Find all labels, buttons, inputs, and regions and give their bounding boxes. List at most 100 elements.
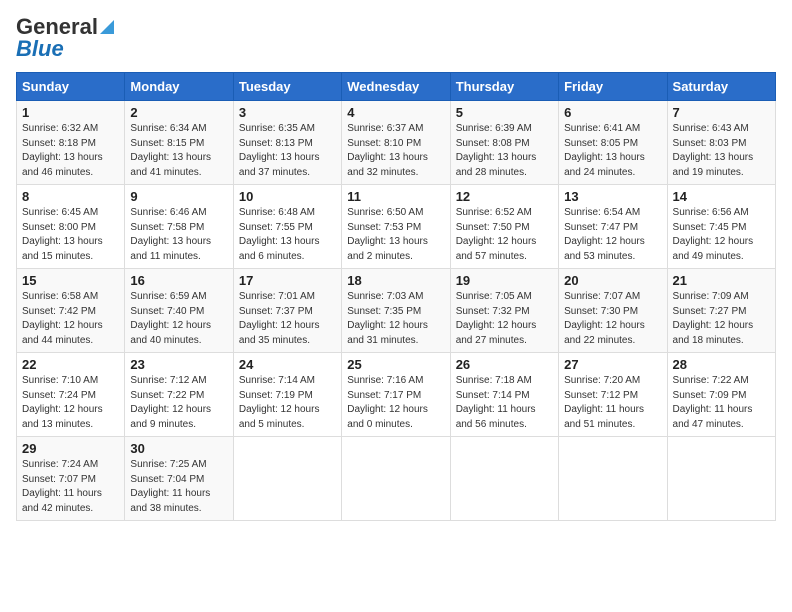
week-row-2: 8Sunrise: 6:45 AMSunset: 8:00 PMDaylight… (17, 185, 776, 269)
day-detail: Sunrise: 6:48 AMSunset: 7:55 PMDaylight:… (239, 206, 336, 264)
calendar-cell-w1-d7: 7 Sunrise: 6:43 AMSunset: 8:03 PMDaylight… (667, 101, 775, 185)
day-detail: Sunrise: 7:05 AMSunset: 7:32 PMDaylight:… (456, 290, 553, 348)
day-detail: Sunrise: 6:58 AMSunset: 7:42 PMDaylight:… (22, 290, 119, 348)
day-number: 6 (564, 105, 661, 120)
day-number: 10 (239, 189, 336, 204)
calendar-cell-w2-d1: 8Sunrise: 6:45 AMSunset: 8:00 PMDaylight… (17, 185, 125, 269)
day-detail: Sunrise: 6:35 AMSunset: 8:13 PMDaylight:… (239, 122, 336, 180)
day-detail: Sunrise: 7:01 AMSunset: 7:37 PMDaylight:… (239, 290, 336, 348)
day-number: 20 (564, 273, 661, 288)
day-detail: Sunrise: 6:43 AMSunset: 8:03 PMDaylight:… (673, 122, 770, 180)
calendar-cell-w3-d3: 17 Sunrise: 7:01 AMSunset: 7:37 PMDayligh… (233, 269, 341, 353)
day-detail: Sunrise: 6:56 AMSunset: 7:45 PMDaylight:… (673, 206, 770, 264)
calendar-cell-w5-d3 (233, 437, 341, 521)
day-detail: Sunrise: 7:24 AMSunset: 7:07 PMDaylight:… (22, 458, 119, 516)
day-number: 17 (239, 273, 336, 288)
calendar-table: SundayMondayTuesdayWednesdayThursdayFrid… (16, 72, 776, 521)
calendar-cell-w1-d3: 3 Sunrise: 6:35 AMSunset: 8:13 PMDaylight… (233, 101, 341, 185)
calendar-cell-w4-d2: 23Sunrise: 7:12 AMSunset: 7:22 PMDayligh… (125, 353, 233, 437)
day-detail: Sunrise: 7:22 AMSunset: 7:09 PMDaylight:… (673, 374, 770, 432)
day-number: 26 (456, 357, 553, 372)
calendar-cell-w2-d7: 14 Sunrise: 6:56 AMSunset: 7:45 PMDayligh… (667, 185, 775, 269)
day-detail: Sunrise: 6:41 AMSunset: 8:05 PMDaylight:… (564, 122, 661, 180)
header-monday: Monday (125, 73, 233, 101)
day-number: 15 (22, 273, 119, 288)
calendar-cell-w1-d6: 6 Sunrise: 6:41 AMSunset: 8:05 PMDaylight… (559, 101, 667, 185)
header-saturday: Saturday (667, 73, 775, 101)
day-detail: Sunrise: 7:14 AMSunset: 7:19 PMDaylight:… (239, 374, 336, 432)
day-detail: Sunrise: 6:54 AMSunset: 7:47 PMDaylight:… (564, 206, 661, 264)
calendar-cell-w5-d4 (342, 437, 450, 521)
day-detail: Sunrise: 7:10 AMSunset: 7:24 PMDaylight:… (22, 374, 119, 432)
day-number: 21 (673, 273, 770, 288)
week-row-1: 1 Sunrise: 6:32 AMSunset: 8:18 PMDaylight… (17, 101, 776, 185)
day-number: 13 (564, 189, 661, 204)
week-row-5: 29 Sunrise: 7:24 AMSunset: 7:07 PMDayligh… (17, 437, 776, 521)
calendar-cell-w5-d6 (559, 437, 667, 521)
calendar-cell-w1-d4: 4Sunrise: 6:37 AMSunset: 8:10 PMDaylight… (342, 101, 450, 185)
day-number: 14 (673, 189, 770, 204)
page-header: General Blue (16, 16, 776, 60)
day-number: 3 (239, 105, 336, 120)
calendar-header-row: SundayMondayTuesdayWednesdayThursdayFrid… (17, 73, 776, 101)
day-number: 24 (239, 357, 336, 372)
calendar-cell-w5-d5 (450, 437, 558, 521)
day-number: 29 (22, 441, 119, 456)
day-number: 4 (347, 105, 444, 120)
day-detail: Sunrise: 7:18 AMSunset: 7:14 PMDaylight:… (456, 374, 553, 432)
day-number: 16 (130, 273, 227, 288)
calendar-cell-w1-d5: 5 Sunrise: 6:39 AMSunset: 8:08 PMDaylight… (450, 101, 558, 185)
calendar-cell-w5-d7 (667, 437, 775, 521)
day-detail: Sunrise: 7:25 AMSunset: 7:04 PMDaylight:… (130, 458, 227, 516)
day-number: 30 (130, 441, 227, 456)
day-detail: Sunrise: 7:03 AMSunset: 7:35 PMDaylight:… (347, 290, 444, 348)
calendar-cell-w2-d2: 9 Sunrise: 6:46 AMSunset: 7:58 PMDaylight… (125, 185, 233, 269)
logo: General Blue (16, 16, 114, 60)
day-detail: Sunrise: 6:34 AMSunset: 8:15 PMDaylight:… (130, 122, 227, 180)
header-friday: Friday (559, 73, 667, 101)
day-detail: Sunrise: 7:09 AMSunset: 7:27 PMDaylight:… (673, 290, 770, 348)
day-number: 28 (673, 357, 770, 372)
calendar-cell-w4-d5: 26 Sunrise: 7:18 AMSunset: 7:14 PMDayligh… (450, 353, 558, 437)
day-number: 9 (130, 189, 227, 204)
calendar-cell-w4-d4: 25Sunrise: 7:16 AMSunset: 7:17 PMDayligh… (342, 353, 450, 437)
day-detail: Sunrise: 6:59 AMSunset: 7:40 PMDaylight:… (130, 290, 227, 348)
header-wednesday: Wednesday (342, 73, 450, 101)
calendar-cell-w3-d4: 18 Sunrise: 7:03 AMSunset: 7:35 PMDayligh… (342, 269, 450, 353)
calendar-cell-w2-d6: 13 Sunrise: 6:54 AMSunset: 7:47 PMDayligh… (559, 185, 667, 269)
calendar-cell-w5-d1: 29 Sunrise: 7:24 AMSunset: 7:07 PMDayligh… (17, 437, 125, 521)
day-number: 1 (22, 105, 119, 120)
day-detail: Sunrise: 6:32 AMSunset: 8:18 PMDaylight:… (22, 122, 119, 180)
calendar-cell-w4-d6: 27Sunrise: 7:20 AMSunset: 7:12 PMDayligh… (559, 353, 667, 437)
day-detail: Sunrise: 6:46 AMSunset: 7:58 PMDaylight:… (130, 206, 227, 264)
day-detail: Sunrise: 7:20 AMSunset: 7:12 PMDaylight:… (564, 374, 661, 432)
header-thursday: Thursday (450, 73, 558, 101)
calendar-cell-w3-d2: 16 Sunrise: 6:59 AMSunset: 7:40 PMDayligh… (125, 269, 233, 353)
calendar-cell-w4-d3: 24 Sunrise: 7:14 AMSunset: 7:19 PMDayligh… (233, 353, 341, 437)
calendar-cell-w1-d2: 2 Sunrise: 6:34 AMSunset: 8:15 PMDaylight… (125, 101, 233, 185)
calendar-cell-w3-d1: 15 Sunrise: 6:58 AMSunset: 7:42 PMDayligh… (17, 269, 125, 353)
header-sunday: Sunday (17, 73, 125, 101)
day-detail: Sunrise: 6:45 AMSunset: 8:00 PMDaylight:… (22, 206, 119, 264)
day-detail: Sunrise: 6:50 AMSunset: 7:53 PMDaylight:… (347, 206, 444, 264)
header-tuesday: Tuesday (233, 73, 341, 101)
day-number: 25 (347, 357, 444, 372)
day-number: 23 (130, 357, 227, 372)
calendar-cell-w3-d5: 19Sunrise: 7:05 AMSunset: 7:32 PMDayligh… (450, 269, 558, 353)
calendar-cell-w1-d1: 1 Sunrise: 6:32 AMSunset: 8:18 PMDaylight… (17, 101, 125, 185)
day-number: 22 (22, 357, 119, 372)
day-number: 18 (347, 273, 444, 288)
day-number: 7 (673, 105, 770, 120)
calendar-cell-w2-d4: 11Sunrise: 6:50 AMSunset: 7:53 PMDayligh… (342, 185, 450, 269)
day-number: 12 (456, 189, 553, 204)
logo-general-text: General (16, 16, 98, 38)
calendar-cell-w2-d5: 12Sunrise: 6:52 AMSunset: 7:50 PMDayligh… (450, 185, 558, 269)
calendar-cell-w5-d2: 30 Sunrise: 7:25 AMSunset: 7:04 PMDayligh… (125, 437, 233, 521)
day-detail: Sunrise: 6:39 AMSunset: 8:08 PMDaylight:… (456, 122, 553, 180)
day-detail: Sunrise: 7:07 AMSunset: 7:30 PMDaylight:… (564, 290, 661, 348)
week-row-4: 22 Sunrise: 7:10 AMSunset: 7:24 PMDayligh… (17, 353, 776, 437)
calendar-cell-w4-d7: 28 Sunrise: 7:22 AMSunset: 7:09 PMDayligh… (667, 353, 775, 437)
day-number: 2 (130, 105, 227, 120)
calendar-cell-w3-d7: 21 Sunrise: 7:09 AMSunset: 7:27 PMDayligh… (667, 269, 775, 353)
day-number: 5 (456, 105, 553, 120)
